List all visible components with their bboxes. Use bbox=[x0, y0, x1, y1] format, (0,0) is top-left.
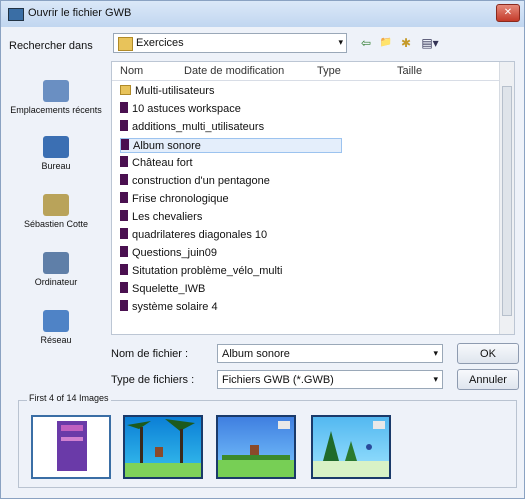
file-name: Album sonore bbox=[133, 140, 201, 152]
place-item[interactable]: Bureau bbox=[5, 136, 107, 171]
place-label: Emplacements récents bbox=[10, 105, 102, 115]
file-row[interactable]: 10 astuces workspace bbox=[120, 102, 241, 117]
thumbnail-image bbox=[125, 419, 201, 477]
thumbnail-image bbox=[313, 421, 389, 477]
look-in-label: Rechercher dans bbox=[9, 40, 93, 52]
thumbnail-image bbox=[218, 421, 294, 477]
file-row[interactable]: construction d'un pentagone bbox=[120, 174, 270, 189]
image-preview-group: First 4 of 14 Images bbox=[18, 393, 517, 488]
look-in-combo[interactable]: Exercices ▾ bbox=[113, 33, 347, 53]
thumbnail-image bbox=[57, 421, 87, 471]
file-row[interactable]: Situtation problème_vélo_multi bbox=[120, 264, 282, 279]
look-in-value: Exercices bbox=[136, 37, 184, 49]
network-icon bbox=[43, 310, 69, 332]
views-menu-icon[interactable]: ▤▾ bbox=[418, 36, 442, 50]
column-header-type[interactable]: Type bbox=[317, 65, 341, 77]
window-title: Ouvrir le fichier GWB bbox=[28, 7, 132, 19]
new-folder-icon[interactable]: ✱ bbox=[398, 36, 414, 50]
chevron-down-icon[interactable]: ▾ bbox=[433, 374, 438, 385]
file-row[interactable]: Squelette_IWB bbox=[120, 282, 205, 297]
desktop-icon bbox=[43, 136, 69, 158]
cancel-button[interactable]: Annuler bbox=[457, 369, 519, 390]
gwb-file-icon bbox=[120, 264, 128, 275]
chevron-down-icon[interactable]: ▾ bbox=[433, 348, 438, 359]
file-type-label: Type de fichiers : bbox=[111, 374, 195, 386]
gwb-file-icon bbox=[120, 174, 128, 185]
user-folder-icon bbox=[43, 194, 69, 216]
file-row[interactable]: Album sonore bbox=[120, 138, 342, 153]
file-name: Questions_juin09 bbox=[132, 247, 218, 259]
close-button[interactable]: ✕ bbox=[496, 4, 520, 22]
folder-icon bbox=[120, 85, 131, 95]
gwb-file-icon bbox=[120, 102, 128, 113]
place-item[interactable]: Sébastien Cotte bbox=[5, 194, 107, 229]
preview-thumbnail[interactable] bbox=[311, 415, 391, 479]
gwb-file-icon bbox=[120, 120, 128, 131]
place-item[interactable]: Ordinateur bbox=[5, 252, 107, 287]
file-name: Situtation problème_vélo_multi bbox=[132, 265, 283, 277]
file-row[interactable]: système solaire 4 bbox=[120, 300, 218, 315]
chevron-down-icon[interactable]: ▾ bbox=[338, 37, 343, 48]
gwb-file-icon bbox=[120, 192, 128, 203]
column-header-size[interactable]: Taille bbox=[397, 65, 422, 77]
file-name: Multi-utilisateurs bbox=[135, 85, 215, 97]
file-name: Château fort bbox=[132, 157, 193, 169]
file-name: quadrilateres diagonales 10 bbox=[132, 229, 268, 241]
gwb-file-icon bbox=[120, 156, 128, 167]
title-bar: Ouvrir le fichier GWB ✕ bbox=[1, 1, 524, 27]
place-label: Ordinateur bbox=[34, 277, 78, 287]
file-type-value: Fichiers GWB (*.GWB) bbox=[222, 374, 334, 386]
file-list[interactable]: Nom Date de modification Type Taille Mul… bbox=[111, 61, 515, 335]
file-type-combo[interactable]: Fichiers GWB (*.GWB) ▾ bbox=[217, 370, 443, 389]
file-row[interactable]: Les chevaliers bbox=[120, 210, 202, 225]
folder-icon bbox=[118, 37, 133, 51]
gwb-file-icon bbox=[120, 300, 128, 311]
list-header: Nom Date de modification Type Taille bbox=[112, 62, 514, 81]
computer-icon bbox=[43, 252, 69, 274]
file-name: additions_multi_utilisateurs bbox=[132, 121, 265, 133]
file-name: 10 astuces workspace bbox=[132, 103, 241, 115]
file-row[interactable]: additions_multi_utilisateurs bbox=[120, 120, 264, 135]
vertical-scrollbar[interactable] bbox=[499, 62, 514, 334]
file-name-label: Nom de fichier : bbox=[111, 348, 189, 360]
recent-places-icon bbox=[43, 80, 69, 102]
preview-thumbnail[interactable] bbox=[123, 415, 203, 479]
place-label: Bureau bbox=[41, 161, 71, 171]
file-name: construction d'un pentagone bbox=[132, 175, 270, 187]
file-name: Les chevaliers bbox=[132, 211, 203, 223]
up-folder-icon[interactable]: 📁 bbox=[378, 36, 394, 50]
scrollbar-thumb[interactable] bbox=[502, 86, 512, 316]
file-row[interactable]: Frise chronologique bbox=[120, 192, 229, 207]
place-label: Sébastien Cotte bbox=[23, 219, 89, 229]
file-name: Squelette_IWB bbox=[132, 283, 206, 295]
gwb-file-icon bbox=[121, 139, 129, 150]
preview-thumbnail[interactable] bbox=[216, 415, 296, 479]
folder-row[interactable]: Multi-utilisateurs bbox=[120, 84, 214, 99]
app-icon bbox=[8, 8, 24, 21]
preview-legend: First 4 of 14 Images bbox=[27, 393, 111, 403]
place-label: Réseau bbox=[40, 335, 72, 345]
file-name-combo[interactable]: Album sonore ▾ bbox=[217, 344, 443, 363]
places-bar: Emplacements récents Bureau Sébastien Cott… bbox=[5, 64, 107, 366]
gwb-file-icon bbox=[120, 282, 128, 293]
preview-thumbnail[interactable] bbox=[31, 415, 111, 479]
gwb-file-icon bbox=[120, 228, 128, 239]
column-header-date[interactable]: Date de modification bbox=[184, 65, 284, 77]
file-row[interactable]: Château fort bbox=[120, 156, 193, 171]
file-row[interactable]: quadrilateres diagonales 10 bbox=[120, 228, 267, 243]
gwb-file-icon bbox=[120, 210, 128, 221]
file-name: Frise chronologique bbox=[132, 193, 229, 205]
column-header-name[interactable]: Nom bbox=[120, 65, 143, 77]
file-name: système solaire 4 bbox=[132, 301, 218, 313]
ok-button[interactable]: OK bbox=[457, 343, 519, 364]
gwb-file-icon bbox=[120, 246, 128, 257]
open-file-dialog: Ouvrir le fichier GWB ✕ Rechercher dans … bbox=[0, 0, 525, 499]
place-item[interactable]: Emplacements récents bbox=[5, 80, 107, 115]
place-item[interactable]: Réseau bbox=[5, 310, 107, 345]
back-icon[interactable]: ⇦ bbox=[358, 36, 374, 50]
file-name-value: Album sonore bbox=[222, 348, 290, 360]
file-row[interactable]: Questions_juin09 bbox=[120, 246, 217, 261]
